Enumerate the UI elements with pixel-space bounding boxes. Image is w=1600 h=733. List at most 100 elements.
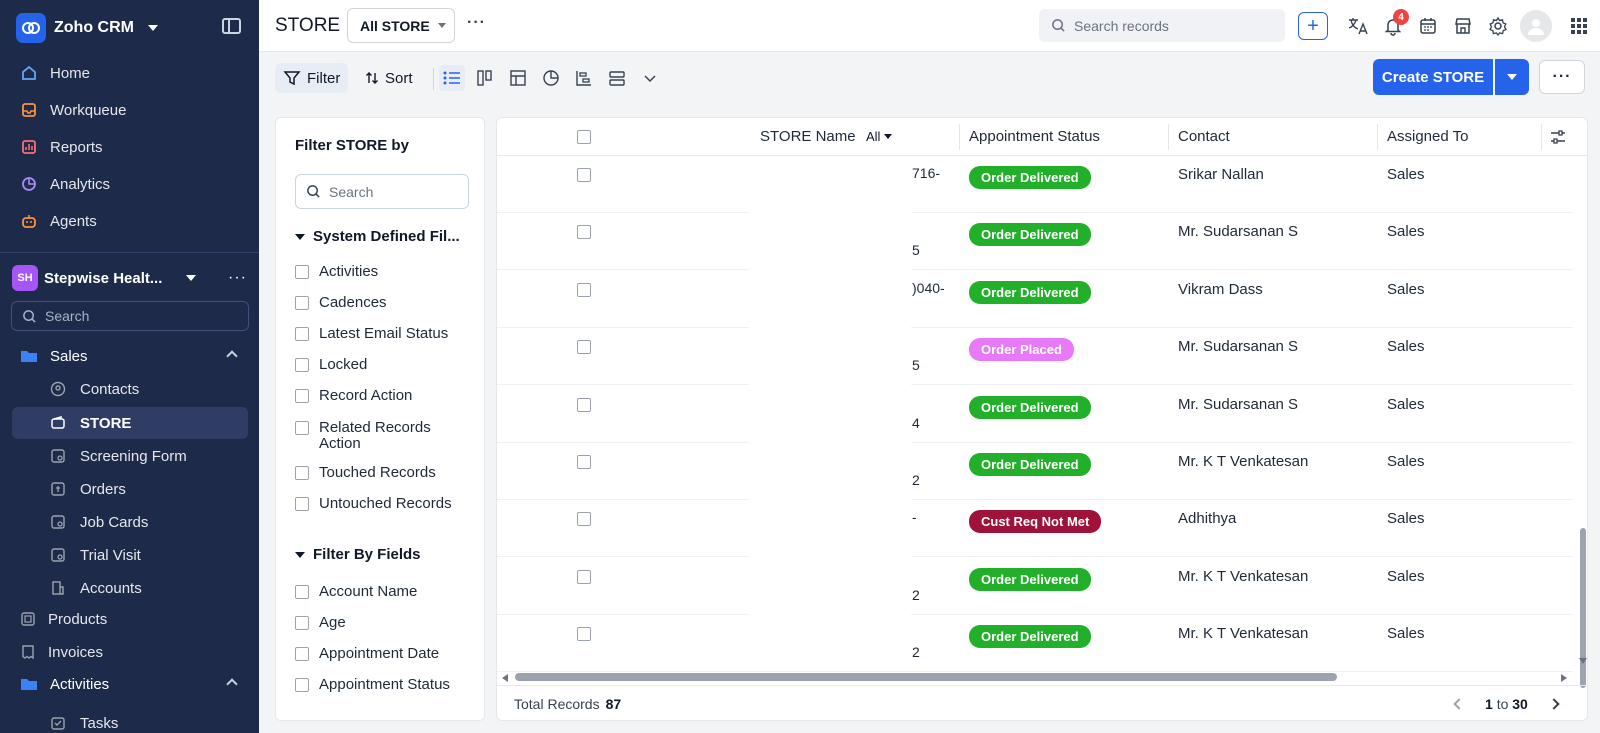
table-row[interactable]: 5 Order Delivered Mr. Sudarsanan S Sales: [497, 213, 1573, 271]
filter-search-input[interactable]: Search: [295, 174, 469, 209]
scroll-left-arrow-icon[interactable]: [502, 674, 508, 682]
sidebar-item-products[interactable]: Products: [12, 604, 248, 634]
filter-option-locked[interactable]: Locked: [295, 357, 465, 373]
calendar-icon[interactable]: [1416, 14, 1440, 38]
store-name-cell[interactable]: -: [912, 509, 917, 525]
more-actions-button[interactable]: ···: [1539, 60, 1585, 94]
contact-cell[interactable]: Mr. K T Venkatesan: [1178, 453, 1308, 470]
sidebar-item-analytics[interactable]: Analytics: [12, 169, 248, 199]
checkbox[interactable]: [295, 265, 309, 279]
sidebar-item-home[interactable]: Home: [12, 58, 248, 88]
sidebar-item-trial-visit[interactable]: Trial Visit: [12, 539, 248, 571]
column-settings-icon[interactable]: [1549, 128, 1567, 146]
store-name-cell[interactable]: 5: [912, 357, 920, 373]
gear-icon[interactable]: [1486, 14, 1510, 38]
row-checkbox[interactable]: [577, 455, 591, 469]
table-row[interactable]: 5 Order Placed Mr. Sudarsanan S Sales: [497, 328, 1573, 386]
contact-cell[interactable]: Mr. K T Venkatesan: [1178, 625, 1308, 642]
filter-field-appointment-date[interactable]: Appointment Date: [295, 646, 465, 662]
sidebar-item-workqueue[interactable]: Workqueue: [12, 95, 248, 125]
create-store-button[interactable]: Create STORE: [1373, 59, 1493, 95]
custom-view-select[interactable]: All STORE: [347, 8, 455, 43]
sidebar-item-invoices[interactable]: Invoices: [12, 637, 248, 667]
more-horizontal-icon[interactable]: ···: [228, 269, 247, 287]
horizontal-scrollbar-thumb[interactable]: [515, 673, 1337, 681]
filter-field-appointment-status[interactable]: Appointment Status: [295, 677, 465, 693]
checkbox[interactable]: [295, 389, 309, 403]
field-filters-section[interactable]: Filter By Fields: [295, 546, 475, 563]
sidebar-item-reports[interactable]: Reports: [12, 132, 248, 162]
column-header-assigned-to[interactable]: Assigned To: [1387, 128, 1468, 145]
table-row[interactable]: 4 Order Delivered Mr. Sudarsanan S Sales: [497, 386, 1573, 443]
next-page-icon[interactable]: [1548, 698, 1560, 710]
app-switcher[interactable]: Zoho CRM: [16, 12, 158, 44]
sidebar-search-input[interactable]: Search: [11, 301, 249, 331]
sidebar-item-store[interactable]: STORE: [12, 407, 248, 439]
sidebar-item-contacts[interactable]: Contacts: [12, 373, 248, 405]
contact-cell[interactable]: Mr. K T Venkatesan: [1178, 568, 1308, 585]
checkbox[interactable]: [295, 616, 309, 630]
row-checkbox[interactable]: [577, 512, 591, 527]
table-row[interactable]: 2 Order Delivered Mr. K T Venkatesan Sales: [497, 615, 1573, 673]
checkbox[interactable]: [295, 678, 309, 692]
checkbox[interactable]: [295, 647, 309, 661]
scroll-right-arrow-icon[interactable]: [1561, 674, 1567, 682]
store-name-cell[interactable]: 2: [912, 587, 920, 603]
sidebar-group-activities[interactable]: Activities: [12, 669, 248, 699]
filter-option-untouched-records[interactable]: Untouched Records: [295, 496, 465, 512]
sidebar-item-agents[interactable]: Agents: [12, 206, 248, 236]
checkbox[interactable]: [295, 585, 309, 599]
canvas-view-icon[interactable]: [604, 65, 630, 91]
filter-option-related-records-action[interactable]: Related Records Action: [295, 420, 465, 452]
kanban-view-icon[interactable]: [472, 65, 498, 91]
store-name-cell[interactable]: 2: [912, 472, 920, 488]
checkbox[interactable]: [295, 358, 309, 372]
apps-grid-icon[interactable]: [1567, 14, 1591, 38]
row-checkbox[interactable]: [577, 168, 591, 182]
system-filters-section[interactable]: System Defined Fil...: [295, 228, 475, 245]
checkbox[interactable]: [295, 327, 309, 341]
checkbox[interactable]: [295, 466, 309, 480]
store-name-cell[interactable]: 716-: [912, 165, 940, 181]
store-name-cell[interactable]: 4: [912, 415, 920, 431]
store-name-cell[interactable]: 2: [912, 644, 920, 660]
column-header-store-name[interactable]: STORE Name: [760, 128, 856, 145]
table-row[interactable]: )040- Order Delivered Vikram Dass Sales: [497, 271, 1573, 328]
filter-option-touched-records[interactable]: Touched Records: [295, 465, 465, 481]
column-header-appointment-status[interactable]: Appointment Status: [969, 128, 1100, 145]
user-avatar[interactable]: [1520, 10, 1552, 42]
sidebar-item-screening-form[interactable]: Screening Form: [12, 440, 248, 472]
filter-option-record-action[interactable]: Record Action: [295, 388, 465, 404]
vertical-scrollbar[interactable]: [1578, 156, 1587, 688]
list-view-icon[interactable]: [439, 65, 465, 91]
row-checkbox[interactable]: [577, 627, 591, 642]
contact-cell[interactable]: Mr. Sudarsanan S: [1178, 223, 1298, 240]
select-all-checkbox[interactable]: [577, 130, 591, 144]
sidebar-toggle-icon[interactable]: [222, 18, 241, 34]
chevron-down-icon[interactable]: [637, 65, 663, 91]
contact-cell[interactable]: Mr. Sudarsanan S: [1178, 396, 1298, 413]
filter-field-account-name[interactable]: Account Name: [295, 584, 465, 600]
table-row[interactable]: 2 Order Delivered Mr. K T Venkatesan Sales: [497, 558, 1573, 615]
store-name-cell[interactable]: 5: [912, 242, 920, 258]
previous-page-icon[interactable]: [1453, 698, 1465, 710]
vertical-scrollbar-thumb[interactable]: [1580, 528, 1586, 688]
checkbox[interactable]: [295, 497, 309, 511]
filter-button[interactable]: Filter: [275, 63, 349, 93]
filter-option-latest-email-status[interactable]: Latest Email Status: [295, 326, 465, 342]
marketplace-icon[interactable]: [1451, 14, 1475, 38]
column-header-contact[interactable]: Contact: [1178, 128, 1230, 145]
store-name-cell[interactable]: )040-: [912, 280, 945, 296]
checkbox[interactable]: [295, 421, 309, 435]
sidebar-item-accounts[interactable]: Accounts: [12, 572, 248, 604]
table-row[interactable]: 716- Order Delivered Srikar Nallan Sales: [497, 156, 1573, 213]
filter-field-age[interactable]: Age: [295, 615, 465, 631]
sidebar-item-tasks[interactable]: Tasks: [12, 707, 248, 733]
scroll-down-arrow-icon[interactable]: [1579, 658, 1587, 664]
timeline-view-icon[interactable]: [571, 65, 597, 91]
sort-button[interactable]: Sort: [357, 63, 421, 93]
row-checkbox[interactable]: [577, 282, 591, 297]
filter-option-activities[interactable]: Activities: [295, 264, 465, 280]
quick-create-button[interactable]: +: [1298, 12, 1328, 40]
row-checkbox[interactable]: [577, 397, 591, 412]
